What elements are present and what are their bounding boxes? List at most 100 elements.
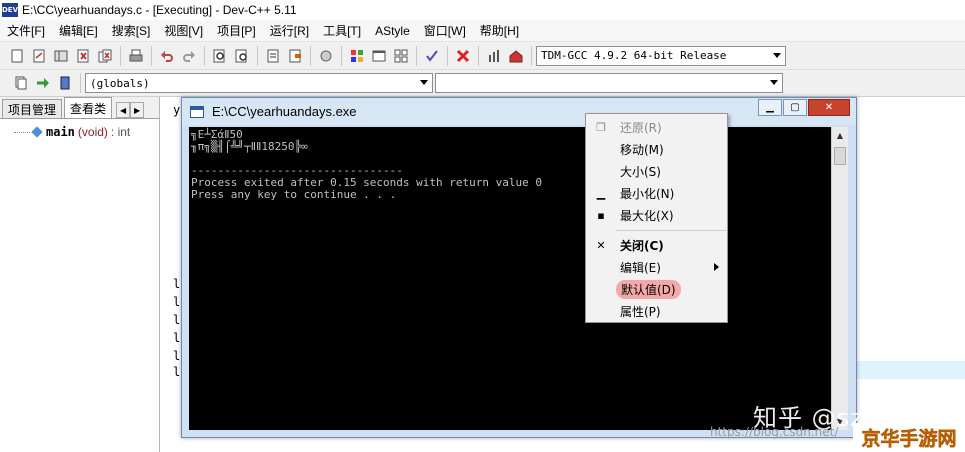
console-output[interactable]: ╗Ε┴ΣάⅡ50 ╖π╗▒╢⌠╩╝┬ⅡⅡ18250╠∞ --------------… xyxy=(189,127,831,430)
menu-project[interactable]: 项目[P] xyxy=(210,22,263,39)
close-button[interactable]: ✕ xyxy=(808,99,850,116)
house-icon xyxy=(509,49,523,62)
menu-run[interactable]: 运行[R] xyxy=(263,22,316,39)
menu-tools[interactable]: 工具[T] xyxy=(316,22,368,39)
menu-item-maximize[interactable]: ▪ 最大化(X) xyxy=(586,204,727,226)
stop-button[interactable] xyxy=(453,46,473,66)
save-all-button[interactable] xyxy=(73,46,93,66)
fullscreen-icon xyxy=(320,50,332,61)
goto-line-icon xyxy=(267,49,279,62)
compiler-select[interactable]: TDM-GCC 4.9.2 64-bit Release xyxy=(536,45,786,66)
chevron-down-icon xyxy=(773,52,781,58)
menu-item-label: 关闭(C) xyxy=(620,238,664,253)
menu-item-defaults[interactable]: 默认值(D) xyxy=(586,278,727,300)
menu-item-size[interactable]: 大小(S) xyxy=(586,160,727,182)
menu-item-restore[interactable]: ❐ 还原(R) xyxy=(586,116,727,138)
goto-button[interactable] xyxy=(33,73,53,93)
class-tree-item-main[interactable]: main (void) : int xyxy=(0,119,159,139)
menu-item-move[interactable]: 移动(M) xyxy=(586,138,727,160)
blog-watermark: https://blog.csdn.net/ xyxy=(710,425,839,439)
site-watermark-logo: 京华手游网 xyxy=(853,423,965,452)
menu-item-properties[interactable]: 属性(P) xyxy=(586,300,727,322)
left-panel: 项目管理 查看类 ◀ ▶ main (void) : int xyxy=(0,97,160,452)
save-all-icon xyxy=(77,49,89,62)
menu-help[interactable]: 帮助[H] xyxy=(473,22,526,39)
toolbar-separator xyxy=(478,45,479,66)
maximize-icon: ▢ xyxy=(790,102,800,113)
console-scrollbar[interactable]: ▲ ▼ xyxy=(831,127,848,430)
close-icon: ✕ xyxy=(824,102,834,113)
menu-bar: 文件[F] 编辑[E] 搜索[S] 视图[V] 项目[P] 运行[R] 工具[T… xyxy=(0,20,965,42)
minimize-icon: ▁ xyxy=(766,102,774,113)
close-file-button[interactable] xyxy=(95,46,115,66)
undo-icon xyxy=(161,50,173,62)
toolbar-separator xyxy=(257,45,258,66)
chevron-down-icon xyxy=(770,80,778,85)
menu-view[interactable]: 视图[V] xyxy=(157,22,210,39)
tab-classes[interactable]: 查看类 xyxy=(64,97,113,118)
toolbar-separator xyxy=(204,45,205,66)
undo-button[interactable] xyxy=(157,46,177,66)
console-window-icon[interactable] xyxy=(190,105,204,118)
toggle-fullscreen-button[interactable] xyxy=(316,46,336,66)
scroll-up-icon[interactable]: ▲ xyxy=(832,127,848,144)
print-icon xyxy=(129,49,143,61)
new-project-button[interactable] xyxy=(347,46,367,66)
menu-item-edit[interactable]: 编辑(E) xyxy=(586,256,727,278)
maximize-icon: ▪ xyxy=(597,208,605,222)
minimize-button[interactable]: ▁ xyxy=(758,99,782,116)
tile-button[interactable] xyxy=(391,46,411,66)
open-file-button[interactable] xyxy=(29,46,49,66)
menu-separator xyxy=(616,230,726,231)
open-file-icon xyxy=(33,49,45,62)
scope-select[interactable]: (globals) xyxy=(85,73,433,93)
menu-astyle[interactable]: AStyle xyxy=(368,24,417,38)
profile-button[interactable] xyxy=(506,46,526,66)
console-line: ╖π╗▒╢⌠╩╝┬ⅡⅡ18250╠∞ xyxy=(191,140,308,153)
devcpp-app-icon[interactable]: DEV xyxy=(2,3,18,17)
console-window[interactable]: E:\CC\yearhuandays.exe ▁ ▢ ✕ ╗Ε┴ΣάⅡ50 ╖π╗… xyxy=(181,97,857,438)
editor-text: l xyxy=(173,349,181,363)
menu-window[interactable]: 窗口[W] xyxy=(417,22,473,39)
tab-scroll-right-icon[interactable]: ▶ xyxy=(130,102,145,118)
class-view-button[interactable] xyxy=(55,73,75,93)
menu-item-label: 最小化(N) xyxy=(620,186,675,201)
replace-button[interactable] xyxy=(232,46,252,66)
menu-item-close[interactable]: ✕ 关闭(C) xyxy=(586,234,727,256)
tab-scroll-left-icon[interactable]: ◀ xyxy=(116,102,131,118)
find-button[interactable] xyxy=(210,46,230,66)
menu-file[interactable]: 文件[F] xyxy=(0,22,52,39)
redo-button[interactable] xyxy=(179,46,199,66)
tab-project[interactable]: 项目管理 xyxy=(2,99,63,118)
save-button[interactable] xyxy=(51,46,71,66)
menu-search[interactable]: 搜索[S] xyxy=(105,22,158,39)
menu-item-label: 编辑(E) xyxy=(620,260,661,275)
menu-item-label: 移动(M) xyxy=(620,142,664,157)
bookmark-button[interactable] xyxy=(285,46,305,66)
class-toolbar: (globals) xyxy=(0,70,965,97)
window-title: E:\CC\yearhuandays.c - [Executing] - Dev… xyxy=(22,3,297,17)
print-button[interactable] xyxy=(126,46,146,66)
grid-icon xyxy=(394,49,408,62)
new-file-button[interactable] xyxy=(7,46,27,66)
chevron-down-icon xyxy=(420,80,428,85)
goto-line-button[interactable] xyxy=(263,46,283,66)
main-toolbar: TDM-GCC 4.9.2 64-bit Release xyxy=(0,42,965,70)
menu-item-minimize[interactable]: ▁ 最小化(N) xyxy=(586,182,727,204)
minimize-icon: ▁ xyxy=(596,186,606,200)
menu-item-label: 还原(R) xyxy=(620,120,662,135)
menu-edit[interactable]: 编辑[E] xyxy=(52,22,105,39)
console-title-bar[interactable]: E:\CC\yearhuandays.exe ▁ ▢ ✕ xyxy=(182,98,856,125)
toolbar-separator xyxy=(120,45,121,66)
maximize-button[interactable]: ▢ xyxy=(783,99,807,116)
tab-scroll-buttons: ◀ ▶ xyxy=(116,102,145,118)
insert-button[interactable] xyxy=(11,73,31,93)
check-syntax-button[interactable] xyxy=(422,46,442,66)
function-args: (void) xyxy=(77,125,108,139)
menu-item-label: 默认值(D) xyxy=(616,279,681,299)
member-select[interactable] xyxy=(435,73,783,93)
grid-color-icon xyxy=(351,49,363,62)
scroll-thumb[interactable] xyxy=(834,147,846,165)
chart-button[interactable] xyxy=(484,46,504,66)
window-layout-button[interactable] xyxy=(369,46,389,66)
